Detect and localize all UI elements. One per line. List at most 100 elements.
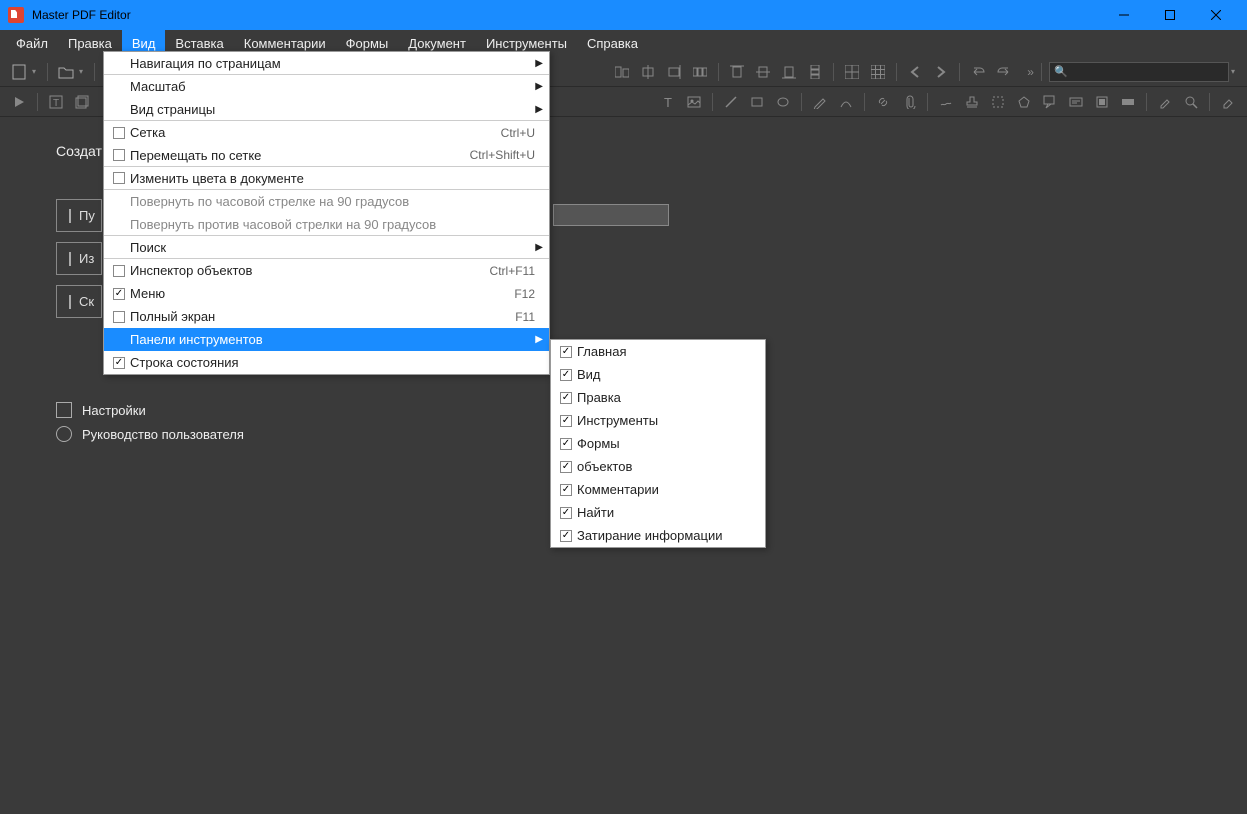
- doc-icon: [69, 209, 71, 223]
- checkbox-checked-icon: ✓: [560, 461, 572, 473]
- image-tool-icon[interactable]: [683, 91, 705, 113]
- app-icon: [8, 7, 24, 23]
- chevron-down-icon[interactable]: ▾: [79, 67, 83, 76]
- submenu-forms[interactable]: ✓ Формы: [551, 432, 765, 455]
- textbox-icon[interactable]: T: [45, 91, 67, 113]
- undo-icon[interactable]: [967, 61, 989, 83]
- checkbox-checked-icon: ✓: [113, 288, 125, 300]
- align-right-icon[interactable]: [663, 61, 685, 83]
- submenu-tools[interactable]: ✓ Инструменты: [551, 409, 765, 432]
- rect-tool-icon[interactable]: [746, 91, 768, 113]
- grid-icon[interactable]: [841, 61, 863, 83]
- redact-icon[interactable]: [1117, 91, 1139, 113]
- new-doc-icon[interactable]: [8, 61, 30, 83]
- ellipse-tool-icon[interactable]: [772, 91, 794, 113]
- checkbox-icon: [113, 172, 125, 184]
- open-icon[interactable]: [55, 61, 77, 83]
- menu-toolbars[interactable]: Панели инструментов ▶: [104, 328, 549, 351]
- text-tool-icon[interactable]: T: [657, 91, 679, 113]
- card-label: Ск: [79, 294, 94, 309]
- menu-zoom[interactable]: Масштаб ▶: [104, 75, 549, 98]
- eraser-icon[interactable]: [1217, 91, 1239, 113]
- svg-text:T: T: [664, 95, 672, 109]
- submenu-edit[interactable]: ✓ Правка: [551, 386, 765, 409]
- toolbars-submenu: ✓ Главная ✓ Вид ✓ Правка ✓ Инструменты ✓…: [550, 339, 766, 548]
- submenu-arrow-icon: ▶: [535, 104, 543, 115]
- submenu-comments[interactable]: ✓ Комментарии: [551, 478, 765, 501]
- align-center-icon[interactable]: [637, 61, 659, 83]
- play-icon[interactable]: [8, 91, 30, 113]
- card-scan[interactable]: Ск: [56, 285, 102, 318]
- align-top-icon[interactable]: [726, 61, 748, 83]
- menu-page-navigation[interactable]: Навигация по страницам ▶: [104, 52, 549, 75]
- link-icon[interactable]: [872, 91, 894, 113]
- card-from[interactable]: Из: [56, 242, 102, 275]
- redo-icon[interactable]: [993, 61, 1015, 83]
- search-dropdown-icon[interactable]: ▾: [1231, 67, 1235, 76]
- menu-page-view[interactable]: Вид страницы ▶: [104, 98, 549, 121]
- menu-rotate-cw[interactable]: Повернуть по часовой стрелке на 90 граду…: [104, 190, 549, 213]
- menu-change-colors[interactable]: Изменить цвета в документе: [104, 167, 549, 190]
- card-empty[interactable]: Пу: [56, 199, 102, 232]
- checkbox-checked-icon: ✓: [560, 484, 572, 496]
- svg-text:T: T: [53, 98, 59, 109]
- menu-grid[interactable]: Сетка Ctrl+U: [104, 121, 549, 144]
- search-input[interactable]: 🔍: [1049, 62, 1229, 82]
- submenu-arrow-icon: ▶: [535, 81, 543, 92]
- sign-icon[interactable]: [935, 91, 957, 113]
- layers-icon[interactable]: [71, 91, 93, 113]
- scan-icon: [69, 295, 71, 309]
- separator: [959, 63, 960, 81]
- submenu-redaction[interactable]: ✓ Затирание информации: [551, 524, 765, 547]
- align-bottom-icon[interactable]: [778, 61, 800, 83]
- checkbox-checked-icon: ✓: [560, 346, 572, 358]
- submenu-view[interactable]: ✓ Вид: [551, 363, 765, 386]
- toolbar-overflow[interactable]: »: [1027, 65, 1034, 79]
- separator: [833, 63, 834, 81]
- separator: [94, 63, 95, 81]
- zoom-icon[interactable]: [1180, 91, 1202, 113]
- stamp-icon[interactable]: [961, 91, 983, 113]
- highlighter-icon[interactable]: [1154, 91, 1176, 113]
- menu-snap-to-grid[interactable]: Перемещать по сетке Ctrl+Shift+U: [104, 144, 549, 167]
- textbox2-icon[interactable]: [1065, 91, 1087, 113]
- polygon-icon[interactable]: [1013, 91, 1035, 113]
- checkbox-checked-icon: ✓: [560, 530, 572, 542]
- chevron-down-icon[interactable]: ▾: [32, 67, 36, 76]
- highlight-rect-icon[interactable]: [987, 91, 1009, 113]
- submenu-arrow-icon: ▶: [535, 242, 543, 253]
- menu-rotate-ccw[interactable]: Повернуть против часовой стрелки на 90 г…: [104, 213, 549, 236]
- submenu-objects[interactable]: ✓ объектов: [551, 455, 765, 478]
- snap-grid-icon[interactable]: [867, 61, 889, 83]
- callout-icon[interactable]: [1039, 91, 1061, 113]
- curve-icon[interactable]: [835, 91, 857, 113]
- menu-file[interactable]: Файл: [6, 30, 58, 57]
- separator: [1146, 93, 1147, 111]
- floating-button[interactable]: [553, 204, 669, 226]
- menu-search[interactable]: Поиск ▶: [104, 236, 549, 259]
- align-middle-icon[interactable]: [752, 61, 774, 83]
- menu-object-inspector[interactable]: Инспектор объектов Ctrl+F11: [104, 259, 549, 282]
- line-tool-icon[interactable]: [720, 91, 742, 113]
- menu-menu-toggle[interactable]: ✓ Меню F12: [104, 282, 549, 305]
- align-icon[interactable]: [611, 61, 633, 83]
- attach-icon[interactable]: [898, 91, 920, 113]
- close-button[interactable]: [1193, 0, 1239, 30]
- checkbox-checked-icon: ✓: [560, 415, 572, 427]
- next-icon[interactable]: [930, 61, 952, 83]
- separator: [718, 63, 719, 81]
- menu-status-bar[interactable]: ✓ Строка состояния: [104, 351, 549, 374]
- prev-icon[interactable]: [904, 61, 926, 83]
- doc-icon: [69, 252, 71, 266]
- minimize-button[interactable]: [1101, 0, 1147, 30]
- distribute-h-icon[interactable]: [689, 61, 711, 83]
- pencil-icon[interactable]: [809, 91, 831, 113]
- checkbox-checked-icon: ✓: [560, 438, 572, 450]
- submenu-main[interactable]: ✓ Главная: [551, 340, 765, 363]
- maximize-button[interactable]: [1147, 0, 1193, 30]
- distribute-v-icon[interactable]: [804, 61, 826, 83]
- note-icon[interactable]: [1091, 91, 1113, 113]
- menu-fullscreen[interactable]: Полный экран F11: [104, 305, 549, 328]
- submenu-find[interactable]: ✓ Найти: [551, 501, 765, 524]
- menu-help[interactable]: Справка: [577, 30, 648, 57]
